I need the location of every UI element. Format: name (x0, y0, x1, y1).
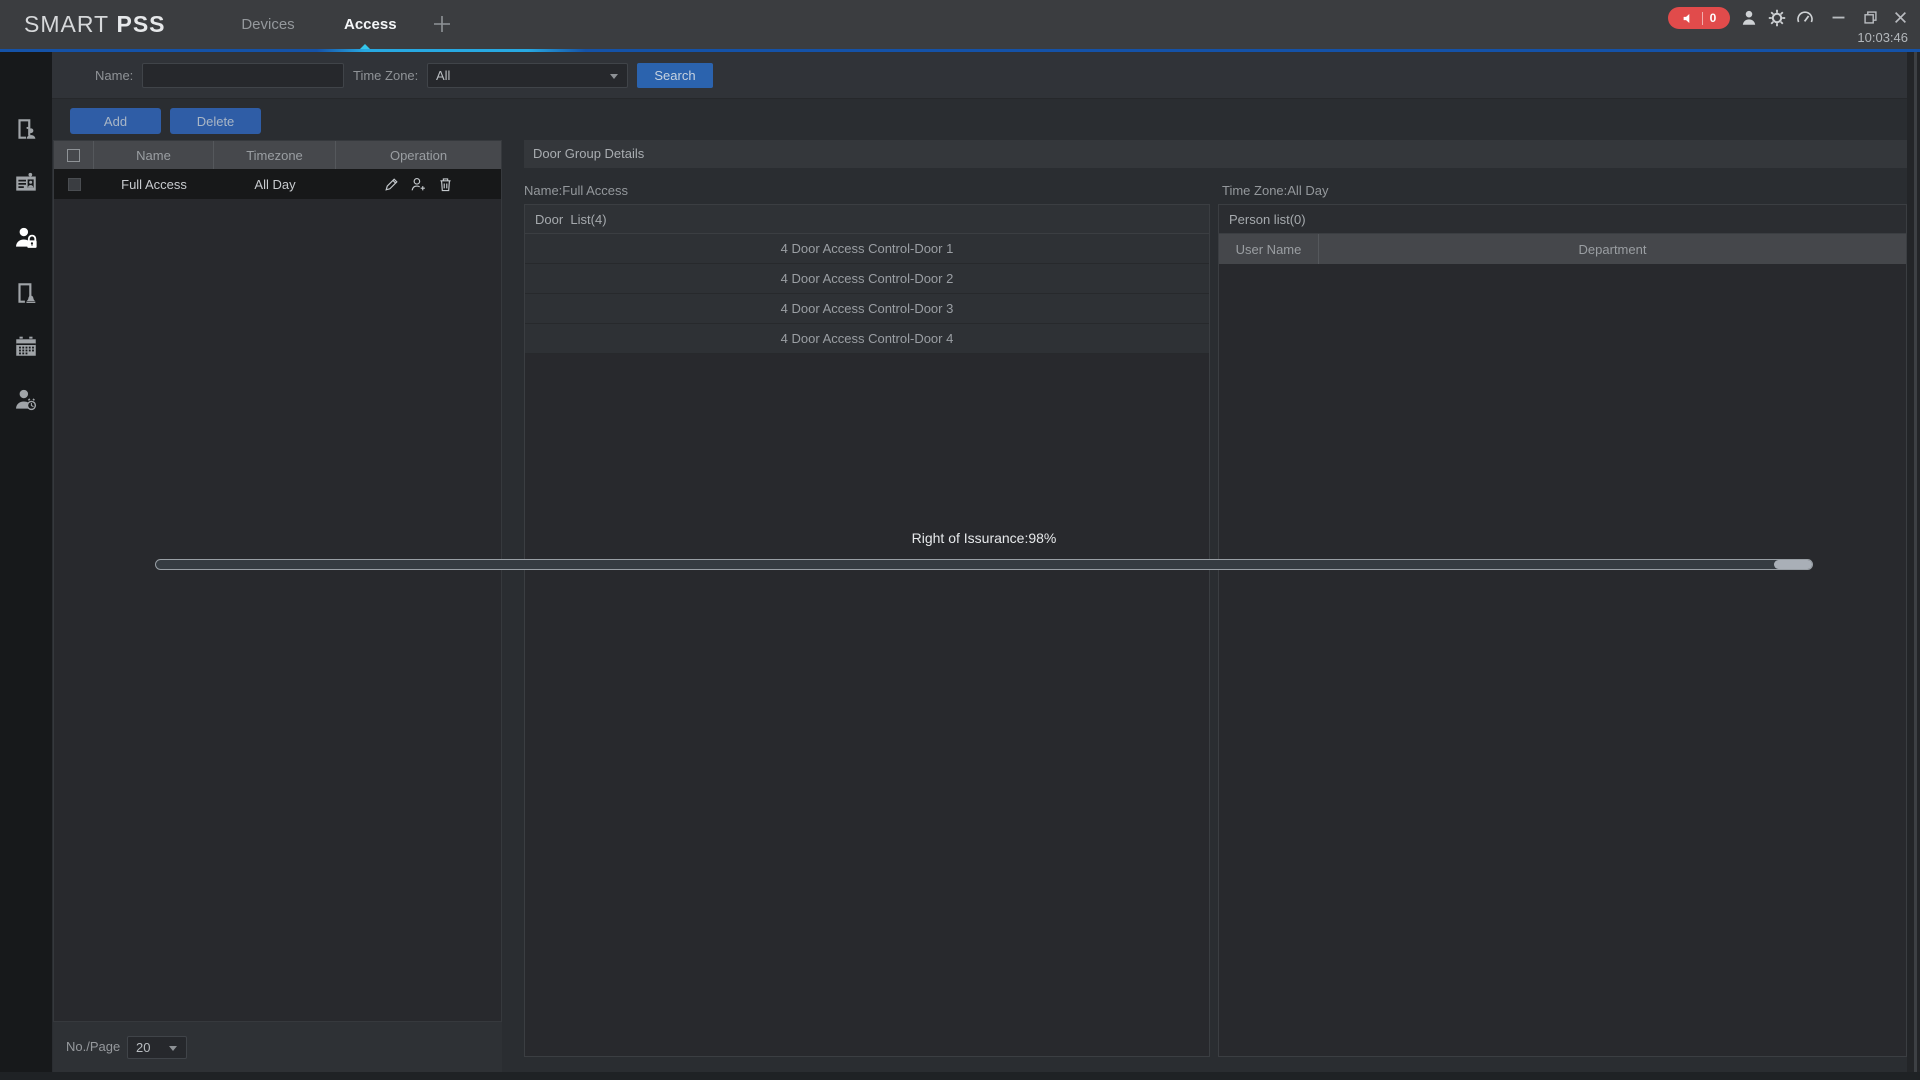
logo-text-pss: PSS (116, 11, 165, 37)
smartpss-window: { "topbar": { "brand_primary": "SMART", … (0, 0, 1920, 1080)
door-controller-icon (13, 116, 39, 142)
door-list-panel: Door List(4) 4 Door Access Control-Door … (524, 204, 1210, 1057)
pagination-bar: No./Page 20 (53, 1022, 502, 1072)
close-button[interactable] (1890, 8, 1910, 26)
door-list-item[interactable]: 4 Door Access Control-Door 3 (525, 294, 1209, 324)
chevron-down-icon (169, 1046, 177, 1051)
door-list-header: Door List(4) (525, 205, 1209, 234)
page-size-select[interactable]: 20 (127, 1036, 187, 1059)
user-clock-icon (13, 387, 39, 413)
timezone-filter-select[interactable]: All (427, 63, 628, 88)
row-select-cell (54, 169, 94, 199)
user-icon (1740, 9, 1758, 27)
performance-button[interactable] (1796, 9, 1814, 27)
page-size-label: No./Page (66, 1022, 120, 1072)
scrollbar-track (1914, 52, 1917, 1080)
restore-icon (1864, 11, 1877, 24)
issuance-progress-label: Right of Issurance:98% (155, 530, 1813, 546)
tab-devices[interactable]: Devices (238, 0, 298, 49)
module-sidebar (0, 52, 52, 1080)
delete-group-button[interactable]: Delete (170, 108, 261, 134)
sidebar-item-console[interactable] (0, 107, 52, 151)
issuance-progress-handle[interactable] (1774, 560, 1812, 569)
row-operations (336, 169, 501, 199)
id-card-icon (13, 170, 39, 196)
settings-button[interactable] (1768, 9, 1786, 27)
row-timezone: All Day (214, 169, 336, 199)
pill-divider (1702, 12, 1703, 25)
sidebar-item-card-management[interactable] (0, 161, 52, 205)
calendar-icon (13, 333, 39, 359)
person-list-header: Person list(0) (1219, 205, 1906, 234)
group-name-label: Name:Full Access (524, 182, 628, 200)
minimize-button[interactable] (1828, 8, 1848, 26)
details-title-bar: Door Group Details (524, 140, 1907, 168)
search-button[interactable]: Search (637, 63, 713, 88)
row-checkbox[interactable] (68, 178, 81, 191)
issuance-progress-track[interactable] (155, 559, 1813, 570)
system-clock: 10:03:46 (1857, 30, 1908, 45)
logo-text-smart: SMART (24, 11, 109, 37)
column-header-operation: Operation (336, 141, 501, 169)
column-header-timezone: Timezone (214, 141, 336, 169)
alarm-count: 0 (1710, 11, 1717, 25)
door-alarm-icon (13, 280, 39, 306)
group-table-header: Name Timezone Operation (54, 141, 501, 169)
add-group-button[interactable]: Add (70, 108, 161, 134)
door-list-item[interactable]: 4 Door Access Control-Door 4 (525, 324, 1209, 354)
name-filter-label: Name: (95, 52, 133, 99)
table-row-full-access[interactable]: Full Access All Day (54, 169, 501, 199)
minimize-icon (1832, 11, 1845, 24)
window-bottom-edge (0, 1072, 1920, 1080)
row-name: Full Access (94, 169, 214, 199)
new-tab-button[interactable] (428, 10, 456, 38)
speaker-icon (1682, 12, 1695, 25)
user-account-button[interactable] (1740, 9, 1758, 27)
page-size-value: 20 (136, 1040, 150, 1055)
select-all-checkbox[interactable] (67, 149, 80, 162)
group-timezone-label: Time Zone:All Day (1222, 182, 1328, 200)
sidebar-item-access-permission[interactable] (0, 216, 52, 260)
alarm-counter-button[interactable]: 0 (1668, 7, 1730, 29)
timezone-filter-value: All (436, 68, 450, 83)
close-icon (1894, 11, 1907, 24)
active-tab-arrow (360, 44, 370, 49)
sidebar-item-door-alarm[interactable] (0, 271, 52, 315)
column-header-username: User Name (1219, 234, 1319, 264)
window-right-edge (1907, 52, 1920, 1080)
search-filter-bar: Name: Time Zone: All Search (52, 52, 1907, 99)
gear-icon (1768, 9, 1786, 27)
person-list-panel: Person list(0) User Name Department (1218, 204, 1907, 1057)
sidebar-item-attendance[interactable] (0, 378, 52, 422)
add-person-icon[interactable] (410, 176, 427, 193)
door-group-list-panel: Name Timezone Operation Full Access All … (53, 140, 502, 1022)
sidebar-item-schedule[interactable] (0, 324, 52, 368)
chevron-down-icon (610, 74, 618, 79)
title-bar: SMART PSS Devices Access 0 10:03:46 (0, 0, 1920, 49)
person-table-header: User Name Department (1219, 234, 1906, 264)
door-list-item[interactable]: 4 Door Access Control-Door 2 (525, 264, 1209, 294)
column-header-department: Department (1319, 234, 1906, 264)
delete-icon[interactable] (437, 176, 454, 193)
restore-button[interactable] (1860, 8, 1880, 26)
column-header-name: Name (94, 141, 214, 169)
timezone-filter-label: Time Zone: (353, 52, 418, 99)
name-filter-input[interactable] (142, 63, 344, 88)
user-lock-icon (13, 225, 39, 251)
gauge-icon (1796, 9, 1814, 27)
select-all-cell (54, 141, 94, 169)
app-logo: SMART PSS (24, 0, 166, 49)
door-list-item[interactable]: 4 Door Access Control-Door 1 (525, 234, 1209, 264)
plus-icon (428, 10, 456, 38)
tab-access[interactable]: Access (344, 0, 392, 49)
edit-icon[interactable] (383, 176, 400, 193)
